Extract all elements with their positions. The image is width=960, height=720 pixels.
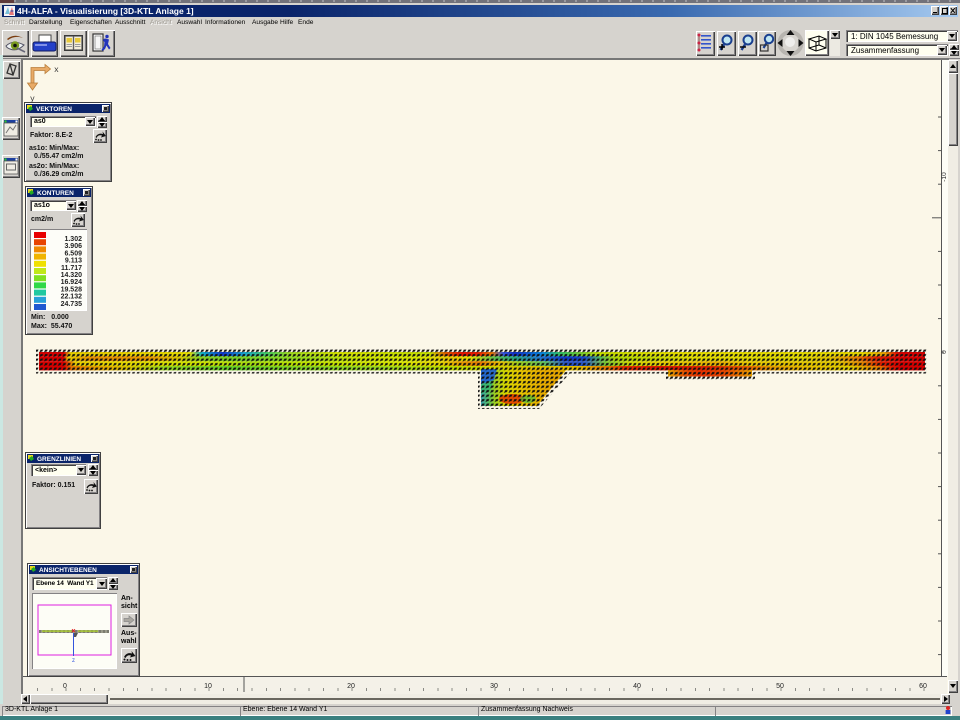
svg-text:-10: -10 bbox=[941, 172, 948, 182]
svg-text:z: z bbox=[72, 658, 75, 664]
svg-text:19.528: 19.528 bbox=[61, 286, 83, 293]
svg-text:9.113: 9.113 bbox=[65, 258, 82, 265]
svg-text:24.735: 24.735 bbox=[61, 301, 83, 308]
svg-text:6.509: 6.509 bbox=[64, 250, 82, 257]
svg-text:14.320: 14.320 bbox=[61, 272, 83, 279]
svg-text:16.924: 16.924 bbox=[61, 279, 83, 286]
svg-text:3.906: 3.906 bbox=[64, 243, 82, 250]
svg-text:x: x bbox=[54, 66, 59, 75]
svg-text:22.132: 22.132 bbox=[61, 294, 83, 301]
svg-text:11.717: 11.717 bbox=[61, 265, 82, 272]
svg-text:1.302: 1.302 bbox=[64, 236, 82, 243]
